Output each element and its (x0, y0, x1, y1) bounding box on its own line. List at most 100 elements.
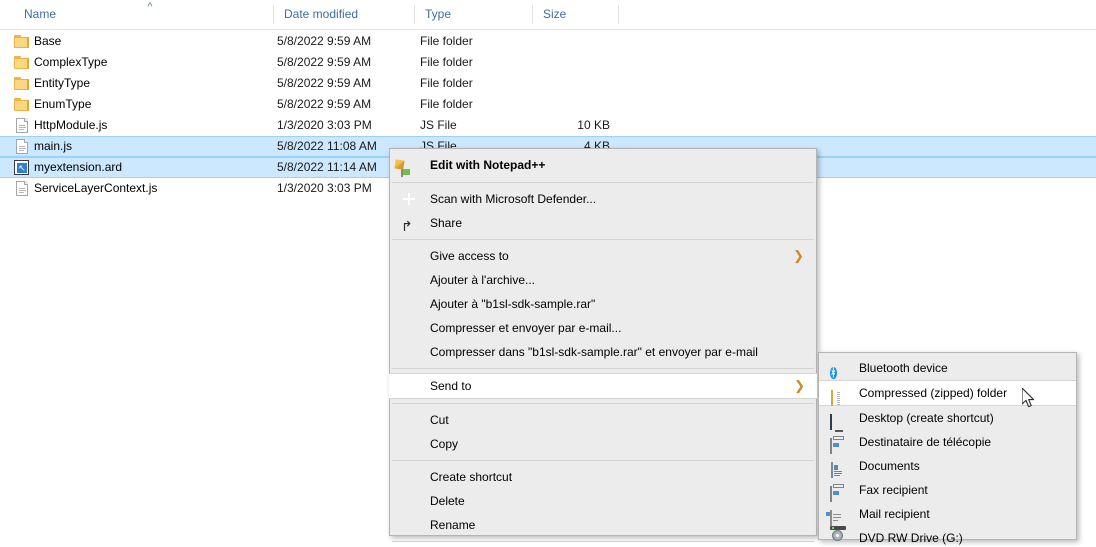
menu-item-compresser-dans-rar-et-envoyer[interactable]: Compresser dans "b1sl-sdk-sample.rar" et… (390, 340, 816, 364)
js-file-icon (14, 181, 30, 196)
menu-item-label: Compresser dans "b1sl-sdk-sample.rar" et… (430, 345, 758, 359)
menu-item-label: Delete (430, 494, 465, 508)
menu-item-label: Scan with Microsoft Defender... (430, 192, 597, 206)
file-type: File folder (420, 97, 473, 111)
file-size: 10 KB (577, 118, 610, 132)
menu-item-rename[interactable]: Rename (390, 513, 816, 537)
share-icon: ↱ (401, 218, 413, 234)
documents-icon (830, 458, 847, 478)
menu-item-ajouter-a-larchive[interactable]: Ajouter à l'archive... (390, 268, 816, 292)
bluetooth-icon: ᚼ (830, 367, 837, 379)
folder-icon (14, 97, 30, 112)
fax-machine-icon (830, 482, 847, 502)
file-name: Base (34, 34, 62, 48)
menu-item-edit-with-notepad-plus-plus[interactable]: Edit with Notepad++ (390, 152, 816, 178)
file-type: File folder (420, 34, 473, 48)
table-row[interactable]: EntityType 5/8/2022 9:59 AM File folder (0, 73, 1096, 94)
file-date: 5/8/2022 9:59 AM (277, 76, 372, 90)
menu-item-delete[interactable]: Delete (390, 489, 816, 513)
zip-folder-icon (830, 386, 847, 406)
menu-separator (392, 368, 814, 369)
table-row[interactable]: HttpModule.js 1/3/2020 3:03 PM JS File 1… (0, 115, 1096, 136)
dvd-drive-icon (830, 526, 847, 547)
submenu-item-label: Destinataire de télécopie (859, 435, 992, 449)
file-date: 1/3/2020 3:03 PM (277, 118, 372, 132)
submenu-item-label: DVD RW Drive (G:) (859, 531, 963, 545)
file-type: File folder (420, 76, 473, 90)
menu-separator (392, 182, 814, 183)
menu-item-label: Compresser et envoyer par e-mail... (430, 321, 622, 335)
js-file-icon (14, 139, 30, 154)
submenu-item-desktop-create-shortcut[interactable]: Desktop (create shortcut) (819, 406, 1076, 430)
submenu-item-documents[interactable]: Documents (819, 454, 1076, 478)
menu-separator (392, 541, 814, 542)
menu-separator (392, 239, 814, 240)
submenu-item-destinataire-de-telecopie[interactable]: Destinataire de télécopie (819, 430, 1076, 454)
menu-item-share[interactable]: ↱ Share (390, 211, 816, 235)
ard-file-icon: ↖ (14, 160, 30, 175)
folder-icon (14, 76, 30, 91)
submenu-item-dvd-rw-drive[interactable]: DVD RW Drive (G:) (819, 526, 1076, 547)
file-size (532, 31, 610, 52)
table-row[interactable]: ComplexType 5/8/2022 9:59 AM File folder (0, 52, 1096, 73)
submenu-item-label: Desktop (create shortcut) (859, 411, 994, 425)
file-size (532, 94, 610, 115)
submenu-item-label: Compressed (zipped) folder (859, 386, 1008, 400)
menu-item-cut[interactable]: Cut (390, 408, 816, 432)
menu-item-label: Copy (430, 437, 459, 451)
menu-item-compresser-et-envoyer[interactable]: Compresser et envoyer par e-mail... (390, 316, 816, 340)
file-name: EntityType (34, 76, 91, 90)
menu-item-give-access-to[interactable]: Give access to ❯ (390, 244, 816, 268)
file-date: 5/8/2022 9:59 AM (277, 34, 372, 48)
column-header-size[interactable]: Size (533, 0, 618, 29)
file-name: ServiceLayerContext.js (34, 181, 158, 195)
menu-item-create-shortcut[interactable]: Create shortcut (390, 465, 816, 489)
submenu-item-compressed-zipped-folder[interactable]: Compressed (zipped) folder (819, 380, 1076, 406)
menu-separator (392, 460, 814, 461)
submenu-item-mail-recipient[interactable]: Mail recipient (819, 502, 1076, 526)
menu-item-label: Ajouter à "b1sl-sdk-sample.rar" (430, 297, 596, 311)
file-context-menu: Edit with Notepad++ Scan with Microsoft … (389, 148, 817, 542)
table-row[interactable]: Base 5/8/2022 9:59 AM File folder (0, 31, 1096, 52)
menu-item-send-to[interactable]: Send to ❯ (389, 373, 817, 399)
menu-item-label: Send to (430, 379, 472, 393)
file-name: myextension.ard (34, 160, 123, 174)
menu-item-label: Ajouter à l'archive... (430, 273, 536, 287)
chevron-right-icon: ❯ (793, 248, 804, 263)
folder-icon (14, 34, 30, 49)
submenu-item-bluetooth-device[interactable]: ᚼ Bluetooth device (819, 356, 1076, 380)
file-name: main.js (34, 139, 73, 153)
file-type: File folder (420, 55, 473, 69)
column-header-row: Name ^ Date modified Type Size (0, 0, 1096, 30)
submenu-item-label: Documents (859, 459, 920, 473)
menu-item-copy[interactable]: Copy (390, 432, 816, 456)
submenu-item-label: Mail recipient (859, 507, 930, 521)
file-date: 5/8/2022 11:14 AM (277, 160, 377, 174)
column-divider[interactable] (618, 5, 619, 24)
menu-item-label: Create shortcut (430, 470, 513, 484)
chevron-right-icon: ❯ (794, 378, 805, 393)
column-header-date-modified[interactable]: Date modified (274, 0, 414, 29)
sort-ascending-icon: ^ (147, 1, 153, 13)
column-header-type[interactable]: Type (415, 0, 532, 29)
submenu-item-label: Bluetooth device (859, 361, 948, 375)
fax-machine-icon (830, 434, 847, 454)
menu-item-scan-with-defender[interactable]: Scan with Microsoft Defender... (390, 187, 816, 211)
menu-item-label: Rename (430, 518, 476, 532)
menu-item-label: Share (430, 216, 463, 230)
file-date: 1/3/2020 3:03 PM (277, 181, 372, 195)
file-date: 5/8/2022 9:59 AM (277, 97, 372, 111)
submenu-item-label: Fax recipient (859, 483, 928, 497)
menu-item-ajouter-a-rar[interactable]: Ajouter à "b1sl-sdk-sample.rar" (390, 292, 816, 316)
send-to-submenu: ᚼ Bluetooth device Compressed (zipped) f… (818, 352, 1077, 545)
menu-separator (392, 403, 814, 404)
monitor-icon (830, 410, 847, 430)
file-date: 5/8/2022 11:08 AM (277, 139, 377, 153)
file-name: EnumType (34, 97, 92, 111)
folder-icon (14, 55, 30, 70)
menu-item-label: Edit with Notepad++ (430, 158, 546, 172)
mail-envelope-icon (826, 506, 847, 526)
file-date: 5/8/2022 9:59 AM (277, 55, 372, 69)
table-row[interactable]: EnumType 5/8/2022 9:59 AM File folder (0, 94, 1096, 115)
submenu-item-fax-recipient[interactable]: Fax recipient (819, 478, 1076, 502)
